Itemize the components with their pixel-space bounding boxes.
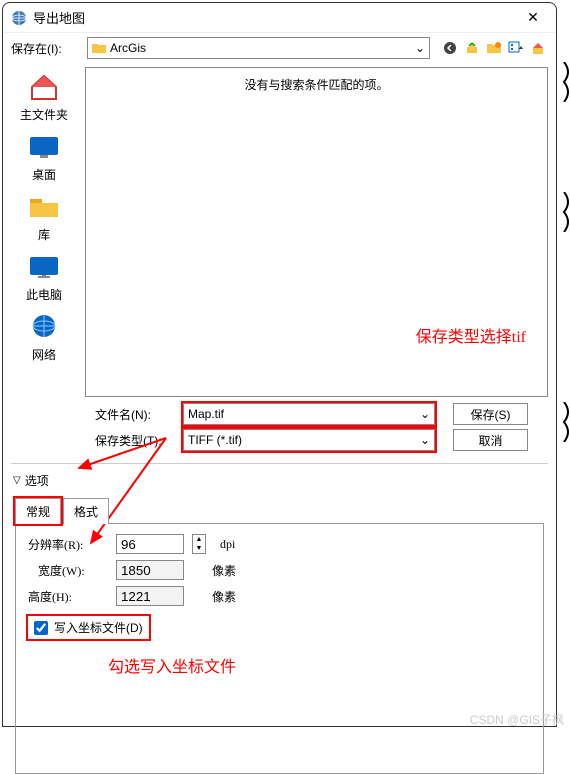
tab-general[interactable]: 常规 xyxy=(15,498,61,524)
savetype-label: 保存类型(T): xyxy=(95,432,175,449)
export-map-dialog: 导出地图 ✕ 保存在(I): ArcGis 主文件夹 桌面 xyxy=(2,2,557,727)
location-bar: 保存在(I): ArcGis xyxy=(3,33,556,63)
collapse-icon: ▽ xyxy=(13,475,21,486)
height-unit: 像素 xyxy=(212,588,236,605)
home-folder-icon xyxy=(28,73,60,101)
decoration xyxy=(562,62,570,102)
resolution-spinner[interactable]: ▲▼ xyxy=(192,534,206,554)
save-in-dropdown[interactable]: ArcGis xyxy=(87,37,430,59)
separator xyxy=(11,463,548,464)
sidebar-label: 网络 xyxy=(8,346,80,363)
world-file-checkbox[interactable] xyxy=(34,621,48,635)
home-icon[interactable] xyxy=(528,38,548,58)
sidebar-item-libraries[interactable]: 库 xyxy=(8,189,80,247)
folder-icon xyxy=(92,42,106,54)
back-icon[interactable] xyxy=(440,38,460,58)
resolution-unit: dpi xyxy=(220,537,235,552)
app-icon xyxy=(11,10,27,26)
annotation-checkbox: 勾选写入坐标文件 xyxy=(108,653,531,677)
sidebar-label: 桌面 xyxy=(8,166,80,183)
empty-message: 没有与搜索条件匹配的项。 xyxy=(244,76,388,396)
path-value: ArcGis xyxy=(110,41,146,55)
toolbar-icons xyxy=(440,38,548,58)
savetype-dropdown[interactable]: TIFF (*.tif) xyxy=(183,429,435,451)
places-sidebar: 主文件夹 桌面 库 此电脑 网络 xyxy=(3,63,85,401)
world-file-label: 写入坐标文件(D) xyxy=(54,619,143,636)
network-icon xyxy=(28,313,60,341)
sidebar-label: 主文件夹 xyxy=(8,106,80,123)
save-in-label: 保存在(I): xyxy=(11,40,83,57)
new-folder-icon[interactable] xyxy=(484,38,504,58)
height-label: 高度(H): xyxy=(28,588,108,605)
desktop-icon xyxy=(28,133,60,161)
world-file-checkbox-row[interactable]: 写入坐标文件(D) xyxy=(28,616,149,639)
thispc-icon xyxy=(28,253,60,281)
width-label: 宽度(W): xyxy=(28,562,108,579)
sidebar-item-desktop[interactable]: 桌面 xyxy=(8,129,80,187)
file-fields: 文件名(N): Map.tif 保存(S) 保存类型(T): TIFF (*.t… xyxy=(3,401,556,461)
filename-label: 文件名(N): xyxy=(95,406,175,423)
resolution-input[interactable] xyxy=(116,534,184,554)
body-area: 主文件夹 桌面 库 此电脑 网络 没有与搜索条件匹配的项。 xyxy=(3,63,556,401)
decoration xyxy=(562,402,570,442)
save-button[interactable]: 保存(S) xyxy=(453,403,528,425)
titlebar: 导出地图 ✕ xyxy=(3,3,556,33)
filename-input[interactable]: Map.tif xyxy=(183,403,435,425)
file-list-pane[interactable]: 没有与搜索条件匹配的项。 xyxy=(85,67,548,397)
options-toggle[interactable]: ▽ 选项 xyxy=(3,466,556,495)
sidebar-item-network[interactable]: 网络 xyxy=(8,309,80,367)
options-tabs: 常规 格式 xyxy=(15,497,544,524)
cancel-button[interactable]: 取消 xyxy=(453,429,528,451)
sidebar-label: 库 xyxy=(8,226,80,243)
close-button[interactable]: ✕ xyxy=(518,9,548,26)
view-menu-icon[interactable] xyxy=(506,38,526,58)
general-panel: 分辨率(R): ▲▼ dpi 宽度(W): 像素 高度(H): 像素 写入坐标文… xyxy=(15,524,544,774)
libraries-icon xyxy=(28,193,60,221)
window-title: 导出地图 xyxy=(33,8,518,27)
options-label: 选项 xyxy=(25,472,49,489)
watermark: CSDN @GIS子枫 xyxy=(470,711,564,728)
up-icon[interactable] xyxy=(462,38,482,58)
width-input[interactable] xyxy=(116,560,184,580)
sidebar-item-thispc[interactable]: 此电脑 xyxy=(8,249,80,307)
height-input[interactable] xyxy=(116,586,184,606)
tab-format[interactable]: 格式 xyxy=(63,498,109,524)
resolution-label: 分辨率(R): xyxy=(28,536,108,553)
sidebar-label: 此电脑 xyxy=(8,286,80,303)
sidebar-item-home[interactable]: 主文件夹 xyxy=(8,69,80,127)
width-unit: 像素 xyxy=(212,562,236,579)
decoration xyxy=(562,192,570,232)
annotation-save-type: 保存类型选择tif xyxy=(416,323,526,347)
